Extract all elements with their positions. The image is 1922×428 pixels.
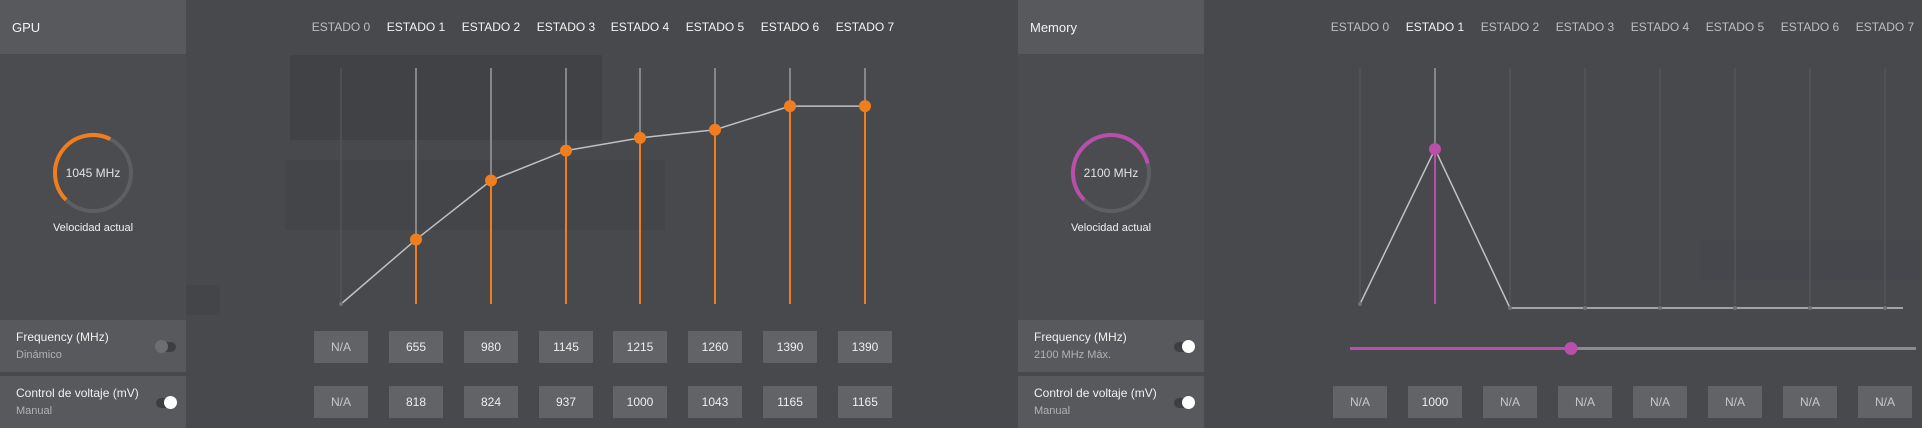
gpu-panel: GPU 1045 MHz Velocidad actual Frequency …: [0, 0, 1018, 428]
gpu-state-point-1[interactable]: [410, 233, 422, 246]
gpu-state-point-2[interactable]: [485, 174, 497, 187]
memory-state-point-3: [1583, 306, 1587, 310]
memory-state-point-6: [1808, 306, 1812, 310]
gpu-voltage-value-6[interactable]: 1165: [763, 386, 817, 418]
gpu-voltage-value-2[interactable]: 824: [464, 386, 518, 418]
memory-state-point-4: [1658, 306, 1662, 310]
memory-voltage-value-4[interactable]: N/A: [1633, 386, 1687, 418]
memory-slider-handle[interactable]: [1564, 342, 1578, 355]
memory-curve-line: [1359, 147, 1903, 309]
gpu-frequency-value-5[interactable]: 1260: [688, 331, 742, 363]
gpu-frequency-value-1[interactable]: 655: [389, 331, 443, 363]
memory-state-point-1[interactable]: [1429, 143, 1441, 156]
gpu-frequency-value-3[interactable]: 1145: [539, 331, 593, 363]
gpu-state-point-7[interactable]: [859, 100, 871, 113]
gpu-state-point-6[interactable]: [784, 100, 796, 113]
gpu-voltage-value-0[interactable]: N/A: [314, 386, 368, 418]
memory-voltage-value-0[interactable]: N/A: [1333, 386, 1387, 418]
memory-voltage-value-3[interactable]: N/A: [1558, 386, 1612, 418]
gpu-voltage-value-7[interactable]: 1165: [838, 386, 892, 418]
gpu-voltage-value-1[interactable]: 818: [389, 386, 443, 418]
gpu-voltage-value-4[interactable]: 1000: [613, 386, 667, 418]
gpu-frequency-value-6[interactable]: 1390: [763, 331, 817, 363]
memory-state-point-7: [1883, 306, 1887, 310]
memory-state-curve-chart[interactable]: [1018, 0, 1922, 425]
memory-voltage-value-5[interactable]: N/A: [1708, 386, 1762, 418]
memory-state-point-0: [1358, 302, 1362, 306]
memory-voltage-value-6[interactable]: N/A: [1783, 386, 1837, 418]
gpu-state-point-4[interactable]: [634, 131, 646, 144]
memory-slider-fill: [1350, 347, 1571, 350]
gpu-frequency-value-7[interactable]: 1390: [838, 331, 892, 363]
memory-state-point-2: [1508, 306, 1512, 310]
memory-voltage-value-7[interactable]: N/A: [1858, 386, 1912, 418]
memory-panel: Memory 2100 MHz Velocidad actual Frequen…: [1018, 0, 1922, 428]
gpu-frequency-value-4[interactable]: 1215: [613, 331, 667, 363]
gpu-voltage-value-3[interactable]: 937: [539, 386, 593, 418]
gpu-curve-line: [340, 105, 865, 305]
gpu-state-point-0: [339, 302, 343, 306]
gpu-state-point-5[interactable]: [709, 123, 721, 136]
gpu-voltage-value-5[interactable]: 1043: [688, 386, 742, 418]
memory-frequency-slider[interactable]: [1350, 342, 1916, 355]
memory-voltage-value-1[interactable]: 1000: [1408, 386, 1462, 418]
gpu-frequency-value-0[interactable]: N/A: [314, 331, 368, 363]
gpu-frequency-value-2[interactable]: 980: [464, 331, 518, 363]
memory-voltage-value-2[interactable]: N/A: [1483, 386, 1537, 418]
memory-state-point-5: [1733, 306, 1737, 310]
gpu-state-point-3[interactable]: [560, 144, 572, 157]
